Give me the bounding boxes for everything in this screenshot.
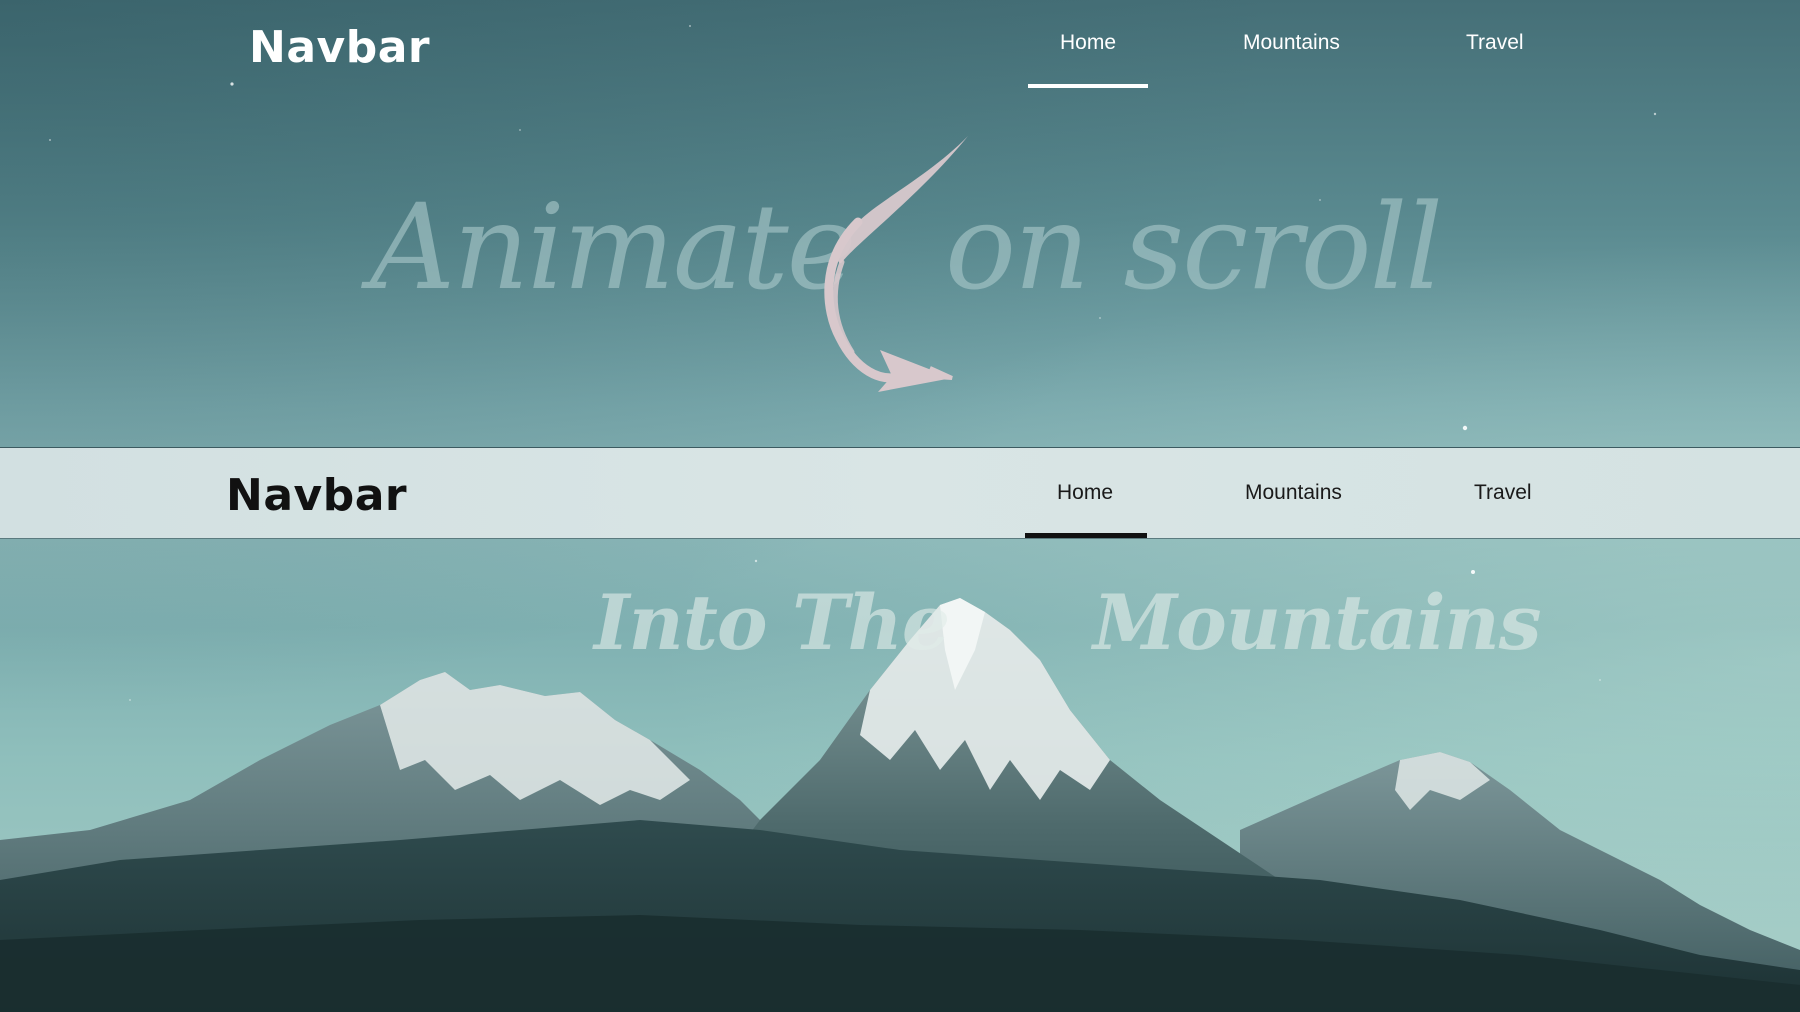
navbar-brand[interactable]: Navbar: [226, 470, 407, 521]
nav-link-mountains[interactable]: Mountains: [1245, 481, 1342, 505]
nav-link-travel[interactable]: Travel: [1474, 481, 1532, 505]
mountains-title-left: Into The: [594, 578, 950, 667]
scrolled-navbar: Navbar Home Mountains Travel: [0, 447, 1800, 539]
page-background: Navbar Home Mountains Travel Animate on …: [0, 0, 1800, 1012]
mountains-title-right: Mountains: [1093, 578, 1542, 667]
active-link-underline: [1025, 533, 1147, 538]
nav-link-home[interactable]: Home: [1057, 481, 1113, 505]
